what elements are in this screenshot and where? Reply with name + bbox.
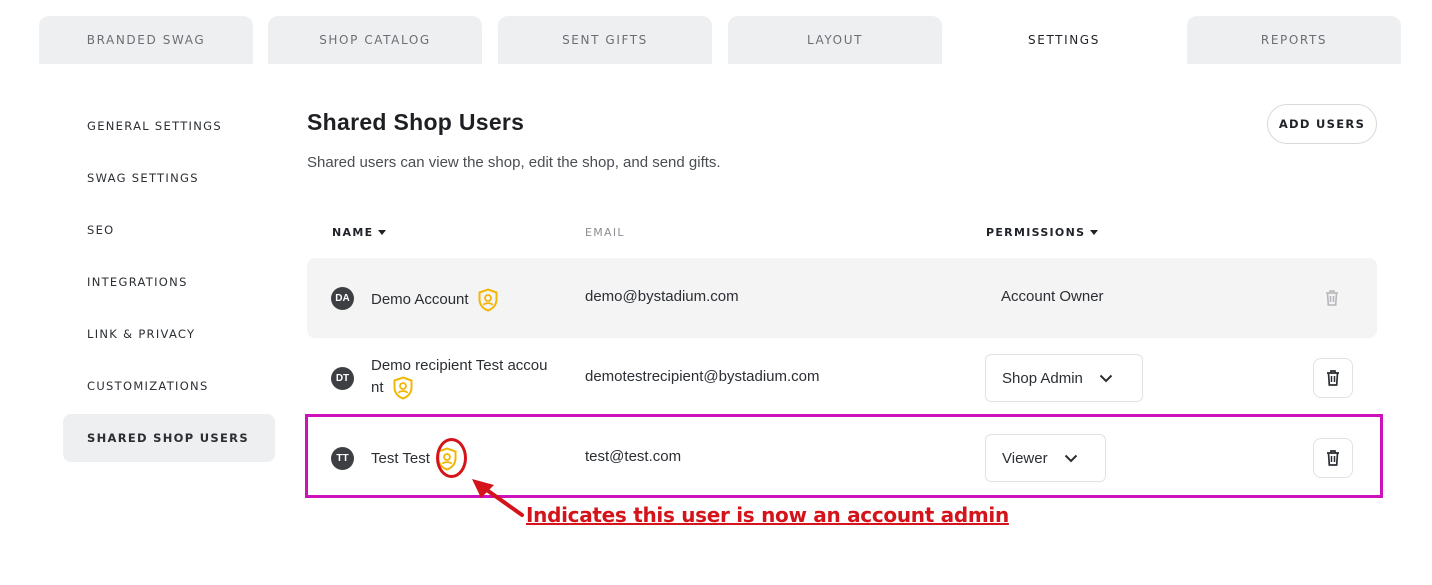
- top-tabs: BRANDED SWAG SHOP CATALOG SENT GIFTS LAY…: [39, 16, 1401, 64]
- admin-shield-icon: [478, 288, 498, 312]
- user-name: Demo Account: [371, 288, 499, 312]
- trash-icon: [1326, 290, 1338, 306]
- sidebar-item-swag-settings[interactable]: SWAG SETTINGS: [63, 154, 275, 202]
- user-name-line-2: nt: [371, 378, 384, 396]
- tab-branded-swag[interactable]: BRANDED SWAG: [39, 16, 253, 64]
- user-name: Demo recipient Test accou nt: [371, 356, 547, 400]
- sidebar-item-shared-shop-users[interactable]: SHARED SHOP USERS: [63, 414, 275, 462]
- page-subtitle: Shared users can view the shop, edit the…: [307, 154, 721, 171]
- permission-value: Account Owner: [1001, 288, 1104, 305]
- permission-select-value: Shop Admin: [1002, 369, 1083, 387]
- delete-user-button[interactable]: [1313, 358, 1353, 398]
- page-title: Shared Shop Users: [307, 109, 525, 135]
- add-users-button[interactable]: ADD USERS: [1267, 104, 1377, 144]
- user-email: demo@bystadium.com: [585, 288, 739, 305]
- permission-select[interactable]: Shop Admin: [985, 354, 1143, 402]
- highlight-circle: [436, 438, 467, 478]
- tab-settings[interactable]: SETTINGS: [957, 16, 1171, 64]
- tab-reports[interactable]: REPORTS: [1187, 16, 1401, 64]
- sidebar-item-general-settings[interactable]: GENERAL SETTINGS: [63, 102, 275, 150]
- name-column-label: NAME: [332, 226, 374, 239]
- name-column-header[interactable]: NAME: [332, 226, 387, 239]
- sidebar-item-link-privacy[interactable]: LINK & PRIVACY: [63, 310, 275, 358]
- sort-caret-icon: [1090, 230, 1099, 235]
- trash-icon: [1327, 370, 1339, 386]
- permissions-column-label: PERMISSIONS: [986, 226, 1086, 239]
- email-column-label: EMAIL: [585, 226, 625, 239]
- avatar: DA: [331, 287, 354, 310]
- sidebar-item-integrations[interactable]: INTEGRATIONS: [63, 258, 275, 306]
- permissions-column-header[interactable]: PERMISSIONS: [986, 226, 1099, 239]
- sidebar-item-seo[interactable]: SEO: [63, 206, 275, 254]
- tab-sent-gifts[interactable]: SENT GIFTS: [498, 16, 712, 64]
- annotation-arrow-icon: [472, 479, 524, 517]
- annotation-text: Indicates this user is now an account ad…: [526, 503, 1009, 527]
- user-email: demotestrecipient@bystadium.com: [585, 368, 820, 385]
- settings-sidebar: GENERAL SETTINGS SWAG SETTINGS SEO INTEG…: [63, 102, 275, 466]
- admin-shield-icon: [393, 376, 413, 400]
- avatar: DT: [331, 367, 354, 390]
- user-name-text: Demo Account: [371, 290, 469, 308]
- email-column-header: EMAIL: [585, 226, 625, 239]
- user-name-line-1: Demo recipient Test accou: [371, 357, 548, 374]
- sort-caret-icon: [378, 230, 387, 235]
- table-row: DA Demo Account demo@bystadium.com Accou…: [307, 258, 1377, 338]
- tab-layout[interactable]: LAYOUT: [728, 16, 942, 64]
- tab-shop-catalog[interactable]: SHOP CATALOG: [268, 16, 482, 64]
- chevron-down-icon: [1099, 374, 1113, 382]
- sidebar-item-customizations[interactable]: CUSTOMIZATIONS: [63, 362, 275, 410]
- table-row: DT Demo recipient Test accou nt demotest…: [307, 338, 1377, 418]
